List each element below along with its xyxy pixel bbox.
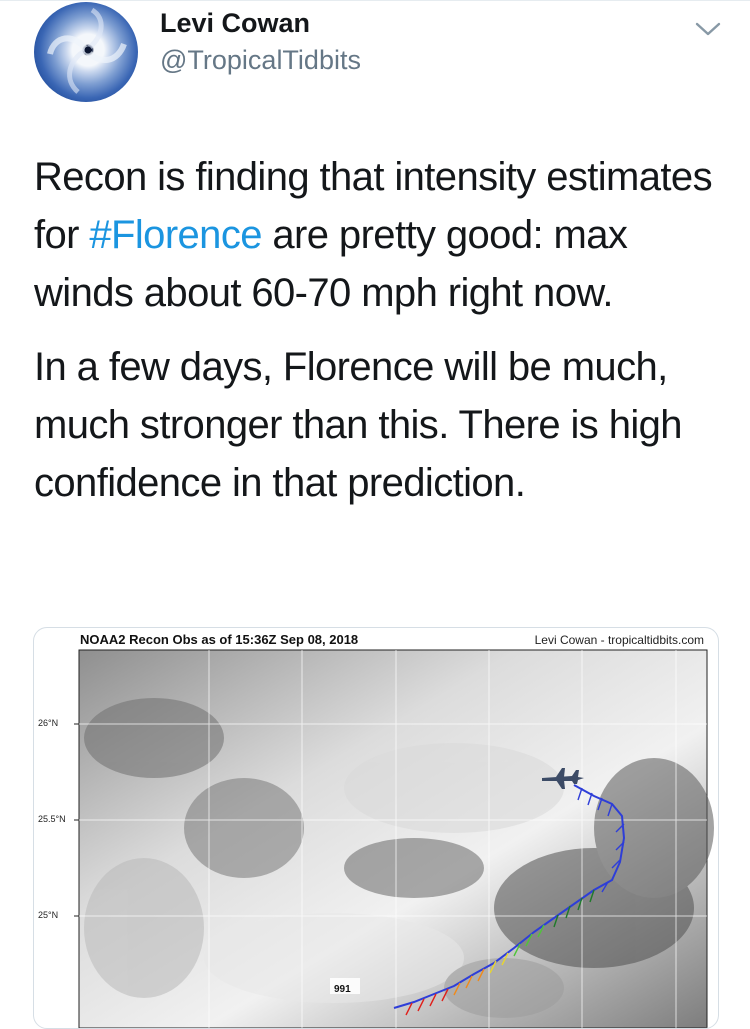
- hashtag-link[interactable]: #Florence: [89, 213, 262, 257]
- lat-ticks: [74, 723, 79, 917]
- tweet-media-image[interactable]: NOAA2 Recon Obs as of 15:36Z Sep 08, 201…: [33, 627, 719, 1029]
- author-display-name[interactable]: Levi Cowan: [160, 8, 310, 39]
- map-title: NOAA2 Recon Obs as of 15:36Z Sep 08, 201…: [80, 632, 359, 647]
- author-handle[interactable]: @TropicalTidbits: [160, 45, 361, 76]
- pressure-observation: 991: [334, 984, 351, 995]
- tweet-body: Recon is finding that intensity estimate…: [34, 148, 714, 512]
- hurricane-satellite-avatar-icon: [47, 7, 127, 94]
- recon-map: [74, 649, 714, 1028]
- author-avatar[interactable]: [34, 2, 138, 102]
- tweet-paragraph-1: Recon is finding that intensity estimate…: [34, 148, 714, 322]
- lat-label-25n: 25°N: [38, 910, 59, 920]
- map-credit: Levi Cowan - tropicaltidbits.com: [534, 633, 704, 647]
- chevron-down-icon: [695, 22, 721, 36]
- lat-label-25-5n: 25.5°N: [38, 814, 66, 824]
- tweet-paragraph-2: In a few days, Florence will be much, mu…: [34, 345, 683, 505]
- top-divider: [0, 0, 750, 1]
- lat-label-26n: 26°N: [38, 718, 59, 728]
- tweet-menu-button[interactable]: [694, 18, 722, 40]
